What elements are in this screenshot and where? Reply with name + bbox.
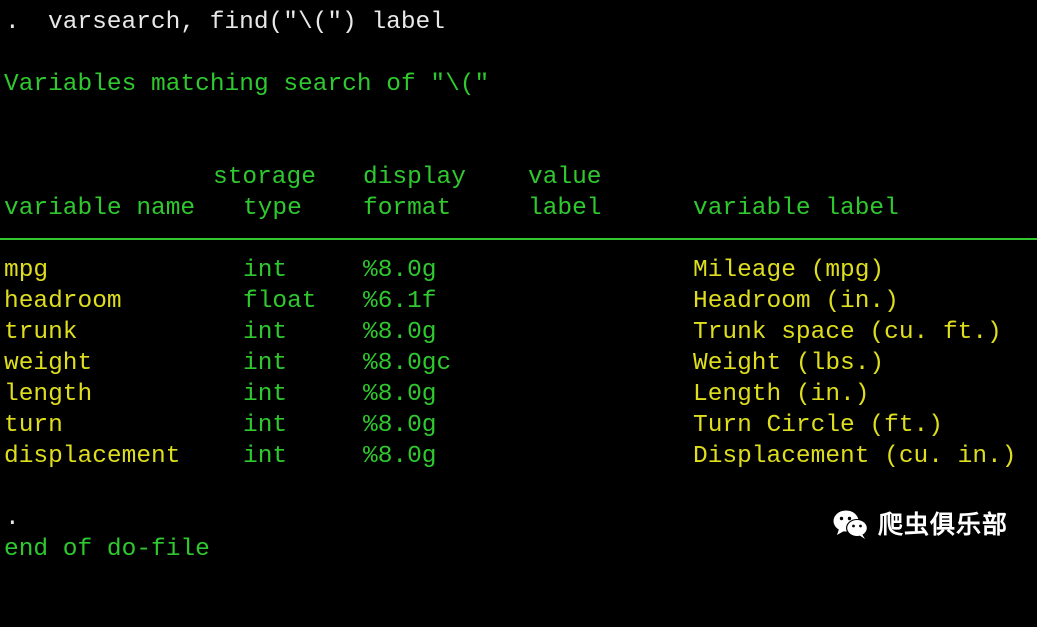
row-variable-label: Displacement (cu. in.): [693, 443, 1017, 470]
header-type: type: [243, 195, 302, 222]
row-variable-label: Mileage (mpg): [693, 257, 885, 284]
row-display-format: %8.0gc: [363, 350, 452, 377]
header-variable-label: variable label: [693, 195, 899, 222]
row-display-format: %8.0g: [363, 412, 437, 439]
row-variable-label: Weight (lbs.): [693, 350, 885, 377]
row-variable-name: trunk: [4, 319, 78, 346]
end-prompt: .: [5, 505, 20, 532]
header-value: value: [528, 164, 602, 191]
header-format: format: [363, 195, 452, 222]
row-display-format: %6.1f: [363, 288, 437, 315]
header-divider: [0, 238, 1037, 240]
row-display-format: %8.0g: [363, 319, 437, 346]
row-storage-type: float: [243, 288, 317, 315]
row-variable-label: Length (in.): [693, 381, 870, 408]
search-message-text: Variables matching search of "\(": [4, 71, 490, 98]
table-header-row-1: storage display value: [0, 162, 602, 193]
command-prompt: .: [5, 9, 20, 36]
row-variable-name: turn: [4, 412, 63, 439]
table-header-row-2: variable name type format label variable…: [0, 193, 899, 224]
header-storage: storage: [213, 164, 316, 191]
row-display-format: %8.0g: [363, 257, 437, 284]
row-variable-name: mpg: [4, 257, 49, 284]
row-variable-label: Trunk space (cu. ft.): [693, 319, 1002, 346]
row-variable-name: weight: [4, 350, 93, 377]
row-variable-name: length: [4, 381, 93, 408]
command-text: varsearch, find("\(") label: [48, 9, 445, 36]
row-variable-name: headroom: [4, 288, 122, 315]
row-display-format: %8.0g: [363, 443, 437, 470]
row-storage-type: int: [243, 412, 288, 439]
table-row: displacement int %8.0g Displacement (cu.…: [0, 441, 1016, 472]
header-variable-name: variable name: [4, 195, 196, 222]
table-row: trunk int %8.0g Trunk space (cu. ft.): [0, 317, 1002, 348]
table-row: turn int %8.0g Turn Circle (ft.): [0, 410, 943, 441]
table-row: weight int %8.0gc Weight (lbs.): [0, 348, 884, 379]
table-row: length int %8.0g Length (in.): [0, 379, 869, 410]
end-message: end of do-file: [4, 536, 210, 563]
header-label: label: [528, 195, 602, 222]
table-row: mpg int %8.0g Mileage (mpg): [0, 255, 884, 286]
row-variable-label: Headroom (in.): [693, 288, 899, 315]
row-variable-name: displacement: [4, 443, 181, 470]
row-display-format: %8.0g: [363, 381, 437, 408]
watermark-text: 爬虫俱乐部: [878, 509, 1009, 539]
row-storage-type: int: [243, 319, 288, 346]
header-display: display: [363, 164, 466, 191]
row-storage-type: int: [243, 443, 288, 470]
stata-results-window: . varsearch, find("\(") label Variables m…: [0, 0, 1037, 569]
row-storage-type: int: [243, 381, 288, 408]
wechat-icon: [832, 508, 870, 540]
watermark: 爬虫俱乐部: [832, 506, 1008, 542]
table-row: headroom float %6.1f Headroom (in.): [0, 286, 899, 317]
row-variable-label: Turn Circle (ft.): [693, 412, 943, 439]
row-storage-type: int: [243, 350, 288, 377]
row-storage-type: int: [243, 257, 288, 284]
